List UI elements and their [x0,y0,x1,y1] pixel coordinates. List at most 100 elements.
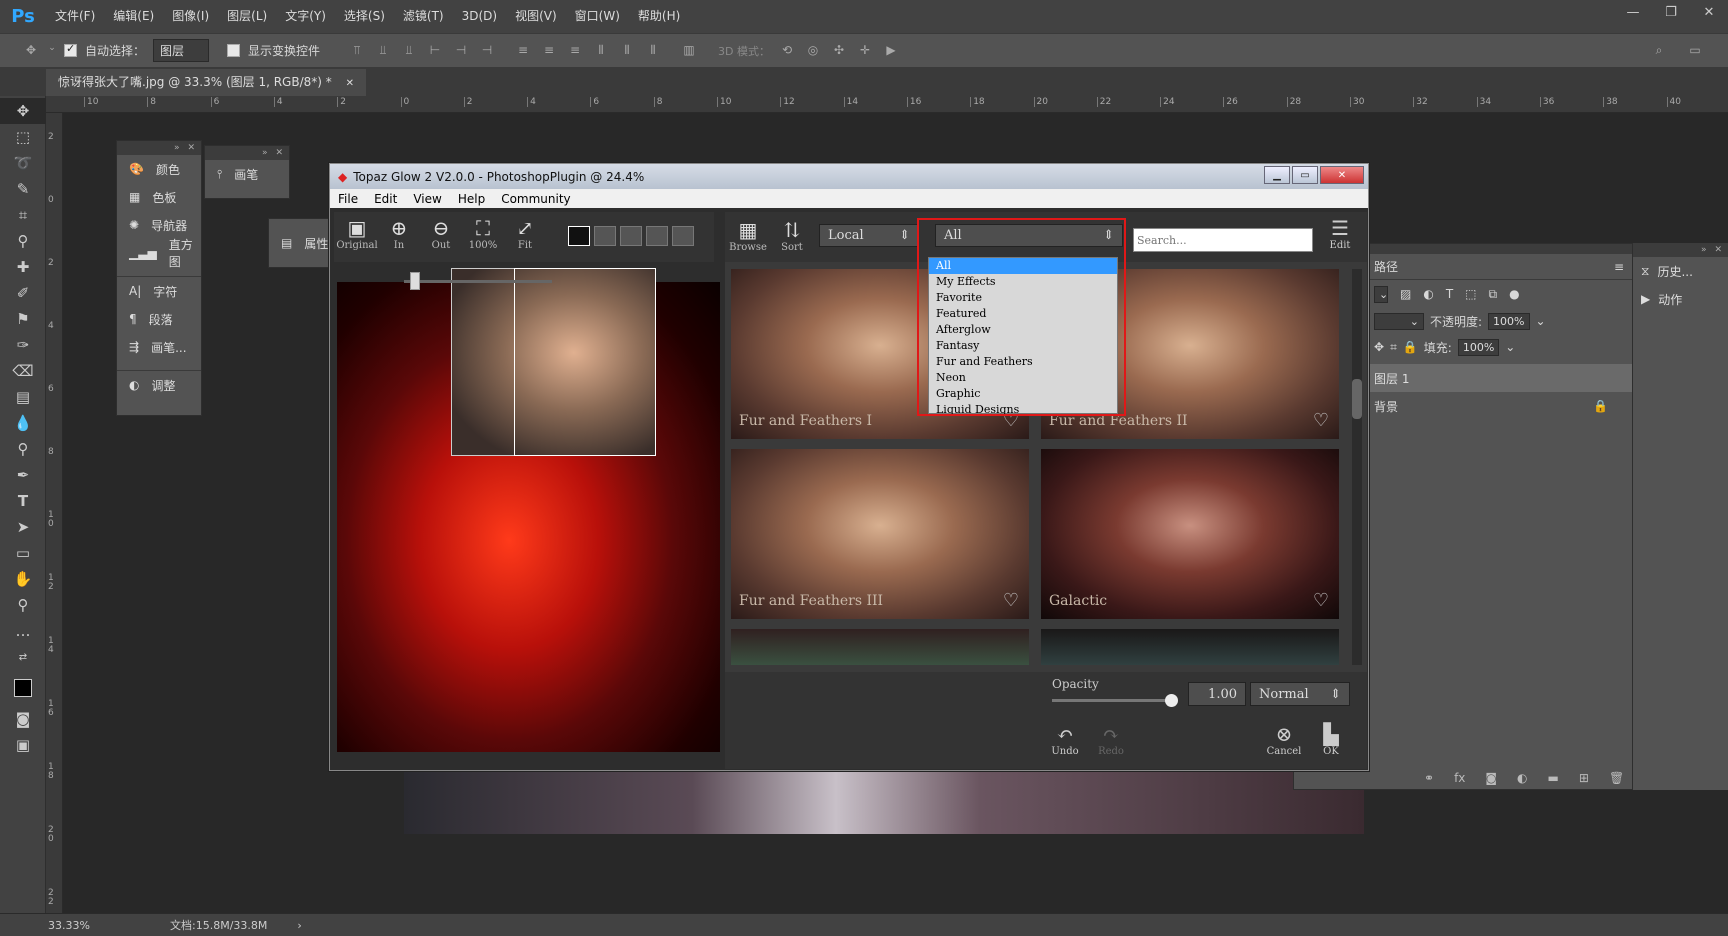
mask-icon[interactable]: ◙ [1485,771,1497,785]
blur-tool-icon[interactable]: 💧 [0,410,46,436]
link-layers-icon[interactable]: ⚭ [1424,771,1434,785]
workspace-icon[interactable]: ▭ [1686,43,1704,59]
lasso-tool-icon[interactable]: ➰ [0,150,46,176]
panel-color[interactable]: 🎨 颜色 [117,155,201,183]
document-tab[interactable]: 惊讶得张大了嘴.jpg @ 33.3% (图层 1, RGB/8*) * ✕ [46,69,366,96]
menu-filter[interactable]: 滤镜(T) [394,0,453,33]
distribute-hcenter-icon[interactable]: ⦀ [618,43,636,59]
source-dropdown[interactable]: Local ⇕ [819,224,919,247]
panel-brush[interactable]: ⫯ 画笔 [205,160,289,188]
collapse-icon[interactable]: » [262,148,268,158]
path-select-tool-icon[interactable]: ➤ [0,514,46,540]
menu-window[interactable]: 窗口(W) [566,0,629,33]
menu-image[interactable]: 图像(I) [163,0,218,33]
menu-select[interactable]: 选择(S) [335,0,394,33]
filter-smart-icon[interactable]: ⧉ [1489,287,1498,302]
chevron-right-icon[interactable]: › [297,919,301,932]
align-top-icon[interactable]: ⫪ [348,43,366,59]
effect-thumb[interactable] [731,629,1029,665]
minimize-icon[interactable]: ▁ [1264,166,1290,184]
effect-thumb[interactable]: Fur and Feathers III ♡ [731,449,1029,619]
close-icon[interactable]: ✕ [1690,0,1728,24]
healing-tool-icon[interactable]: ✚ [0,254,46,280]
dlg-menu-view[interactable]: View [405,192,449,206]
new-adjustment-icon[interactable]: ◐ [1517,771,1527,785]
align-hcenter-icon[interactable]: ⊣ [452,43,470,59]
move-tool-icon[interactable]: ✥ [0,98,46,124]
filter-toggle-icon[interactable]: ● [1509,287,1519,301]
scrollbar-thumb[interactable] [1352,379,1362,419]
menu-type[interactable]: 文字(Y) [276,0,335,33]
stacked-view-icon[interactable] [672,226,694,246]
filter-adjust-icon[interactable]: ◐ [1423,287,1433,301]
panel-properties[interactable]: ▤ 属性 [269,229,329,257]
opacity-input[interactable]: 1.00 [1188,682,1246,706]
blend-mode-dropdown[interactable]: ⌄ [1374,312,1424,330]
move-tool-icon[interactable]: ✥ [22,43,40,59]
align-left-icon[interactable]: ⊢ [426,43,444,59]
panel-adjustments[interactable]: ◐ 调整 [117,371,201,399]
original-button[interactable]: ▣ Original [336,216,377,251]
brush-tool-icon[interactable]: ✐ [0,280,46,306]
menu-edit[interactable]: 编辑(E) [104,0,163,33]
split-view-icon[interactable] [594,226,616,246]
panel-history[interactable]: ⧖ 历史... [1633,257,1728,285]
chevron-down-icon[interactable]: ⌄ [1536,314,1546,328]
distribute-right-icon[interactable]: ⦀ [644,43,662,59]
scrollbar[interactable] [1352,269,1362,665]
stamp-tool-icon[interactable]: ⚑ [0,306,46,332]
collapse-icon[interactable]: » [174,143,180,153]
close-icon[interactable]: ✕ [187,143,195,153]
lock-pixels-icon[interactable]: ✥ [1374,340,1384,354]
dlg-menu-help[interactable]: Help [450,192,493,206]
heart-icon[interactable]: ♡ [1003,590,1019,611]
menu-layer[interactable]: 图层(L) [218,0,276,33]
menu-view[interactable]: 视图(V) [506,0,566,33]
filter-type-icon[interactable]: T [1446,287,1453,301]
split-h-view-icon[interactable] [620,226,642,246]
quick-select-tool-icon[interactable]: ✎ [0,176,46,202]
zoom-level[interactable]: 33.33% [0,919,128,932]
maximize-icon[interactable]: ❐ [1652,0,1690,24]
opacity-slider-track[interactable] [1052,699,1170,702]
navigator-viewport[interactable] [514,268,656,456]
eyedropper-tool-icon[interactable]: ⚲ [0,228,46,254]
panel-actions[interactable]: ▶ 动作 [1633,285,1728,313]
panel-character[interactable]: A| 字符 [117,277,201,305]
ok-button[interactable]: ▙ OK [1316,722,1346,757]
distribute-vcenter-icon[interactable]: ≡ [540,43,558,59]
swap-colors-icon[interactable]: ⇄ [0,644,46,670]
align-bottom-icon[interactable]: ⫫ [400,43,418,59]
opacity-input[interactable]: 100% [1488,312,1530,330]
maximize-icon[interactable]: ▭ [1292,166,1318,184]
side-by-side-icon[interactable] [646,226,668,246]
heart-icon[interactable]: ♡ [1313,590,1329,611]
chevron-down-icon[interactable]: ⌄ [48,43,56,59]
zoom-tool-icon[interactable]: ⚲ [0,592,46,618]
fit-button[interactable]: ⤢ Fit [508,216,542,251]
panel-navigator[interactable]: ✺ 导航器 [117,211,201,239]
new-group-icon[interactable]: ▬ [1548,771,1559,785]
effect-thumb[interactable] [1041,629,1339,665]
filter-pixel-icon[interactable]: ▨ [1400,287,1411,301]
chevron-down-icon[interactable]: ⌄ [1505,340,1515,354]
history-brush-tool-icon[interactable]: ✑ [0,332,46,358]
panel-swatches[interactable]: ▦ 色板 [117,183,201,211]
blend-mode-dropdown[interactable]: Normal ⇕ [1250,682,1350,706]
fill-input[interactable]: 100% [1457,338,1500,356]
3d-rotate-icon[interactable]: ⟲ [778,43,796,59]
crop-tool-icon[interactable]: ⌗ [0,202,46,228]
panel-brushes[interactable]: ⇶ 画笔... [117,333,201,361]
delete-layer-icon[interactable]: 🗑 [1609,771,1624,785]
minimize-icon[interactable]: — [1614,0,1652,24]
zoom-slider-track[interactable] [404,280,552,283]
zoom-out-button[interactable]: ⊖ Out [424,216,458,251]
more-tools-icon[interactable]: … [0,618,46,644]
edit-button[interactable]: ☰ Edit [1322,216,1358,251]
document-image[interactable] [404,763,1364,834]
auto-align-icon[interactable]: ▥ [680,43,698,59]
distribute-top-icon[interactable]: ≡ [514,43,532,59]
dlg-menu-community[interactable]: Community [493,192,578,206]
lock-all-icon[interactable]: 🔒 [1403,340,1418,354]
lock-position-icon[interactable]: ⌗ [1390,340,1397,355]
